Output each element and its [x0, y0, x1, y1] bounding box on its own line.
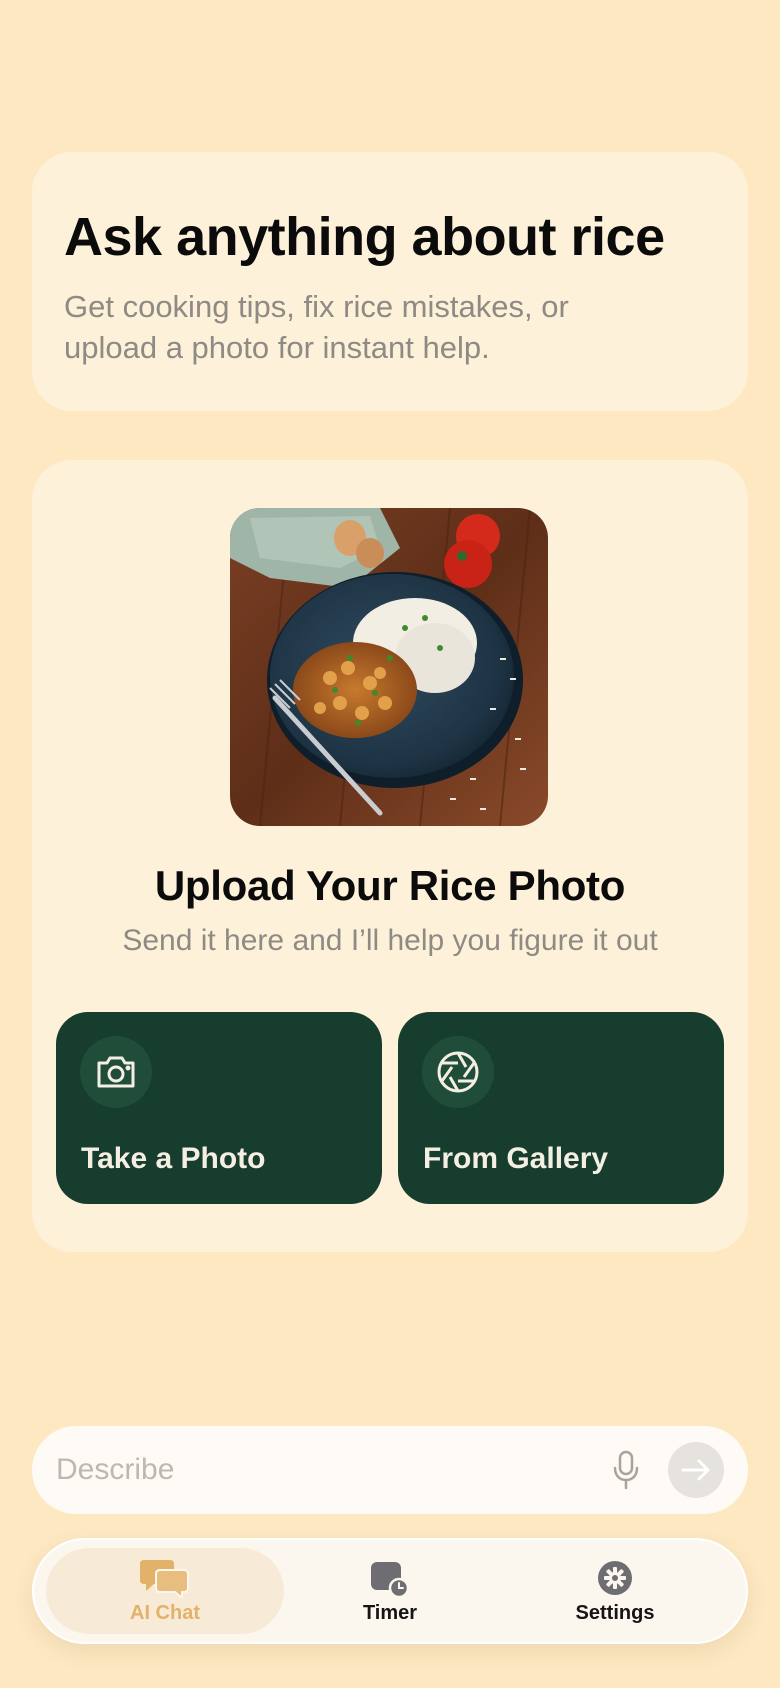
- bottom-tab-bar: AI Chat Timer Settings: [32, 1538, 748, 1644]
- gear-icon: [597, 1558, 633, 1598]
- aperture-icon: [422, 1036, 494, 1108]
- microphone-icon[interactable]: [602, 1446, 650, 1494]
- send-button[interactable]: [668, 1442, 724, 1498]
- camera-icon: [80, 1036, 152, 1108]
- from-gallery-label: From Gallery: [423, 1142, 609, 1175]
- upload-subtitle: Send it here and I’ll help you figure it…: [122, 924, 658, 957]
- page-title: Ask anything about rice: [64, 207, 665, 267]
- upload-card: Upload Your Rice Photo Send it here and …: [32, 460, 748, 1252]
- describe-input[interactable]: [56, 1426, 596, 1514]
- take-photo-label: Take a Photo: [81, 1142, 266, 1175]
- upload-title: Upload Your Rice Photo: [154, 862, 626, 909]
- tab-ai-chat[interactable]: AI Chat: [65, 1538, 265, 1644]
- tab-settings[interactable]: Settings: [515, 1538, 715, 1644]
- message-composer: [32, 1426, 748, 1514]
- rice-dish-photo: [230, 508, 548, 826]
- chat-bubbles-icon: [140, 1558, 190, 1598]
- tab-timer[interactable]: Timer: [290, 1538, 490, 1644]
- take-photo-button[interactable]: Take a Photo: [56, 1012, 382, 1204]
- intro-card: Ask anything about rice Get cooking tips…: [32, 152, 748, 411]
- tab-settings-label: Settings: [575, 1601, 655, 1624]
- ai-chat-screen: Ask anything about rice Get cooking tips…: [0, 0, 780, 1688]
- timer-icon: [369, 1558, 411, 1598]
- intro-subtitle: Get cooking tips, fix rice mistakes, or …: [64, 289, 569, 365]
- arrow-right-icon: [681, 1459, 710, 1481]
- tab-timer-label: Timer: [362, 1601, 418, 1624]
- tab-ai-chat-label: AI Chat: [130, 1601, 200, 1624]
- from-gallery-button[interactable]: From Gallery: [398, 1012, 724, 1204]
